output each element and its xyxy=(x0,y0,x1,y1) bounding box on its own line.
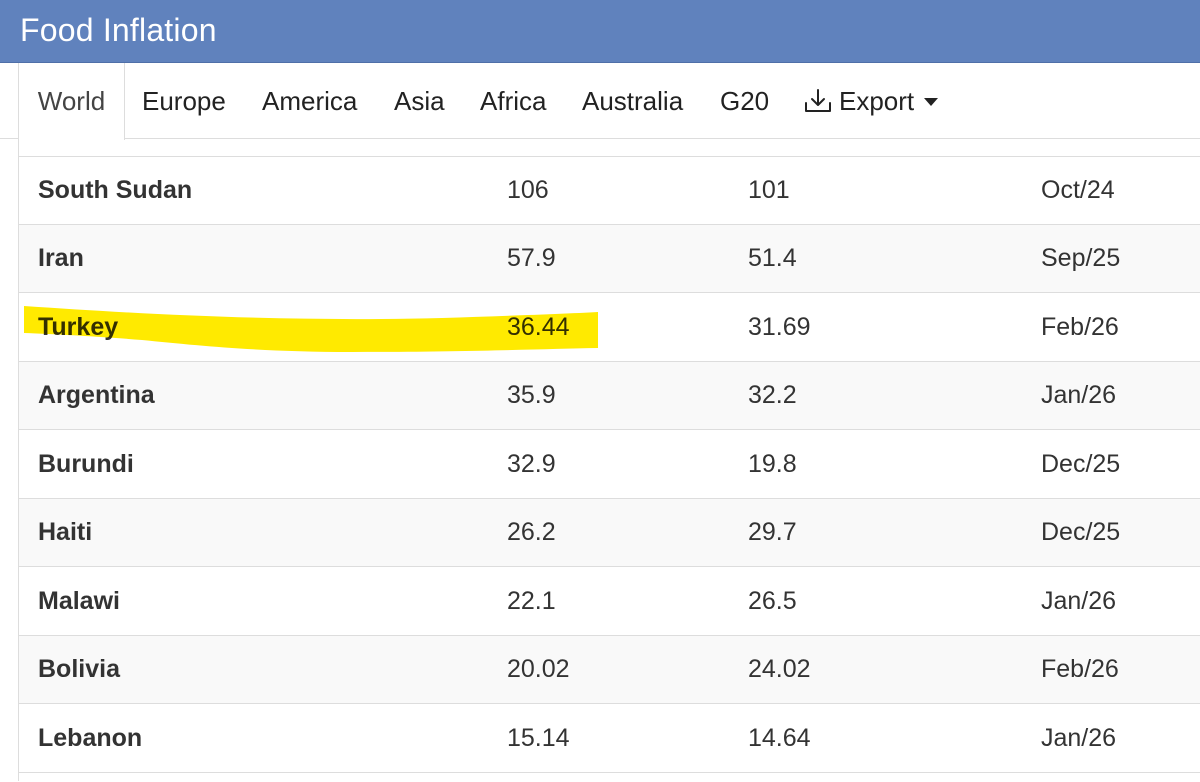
caret-down-icon xyxy=(924,98,939,106)
last-value: 57.9 xyxy=(507,244,556,272)
previous-value: 14.64 xyxy=(748,724,811,752)
country-link[interactable]: Lebanon xyxy=(38,705,142,773)
previous-value: 32.2 xyxy=(748,381,797,409)
reference-date: Dec/25 xyxy=(1041,518,1121,546)
last-value: 26.2 xyxy=(507,518,556,546)
previous-value: 101 xyxy=(748,176,790,204)
table-row[interactable]: Malawi 22.1 26.5 Jan/26 xyxy=(19,568,1200,636)
download-icon xyxy=(803,88,833,114)
tab-g20[interactable]: G20 xyxy=(720,63,769,139)
table-row[interactable]: South Sudan 106 101 Oct/24 xyxy=(19,157,1200,225)
last-value: 35.9 xyxy=(507,381,556,409)
last-value: 15.14 xyxy=(507,724,570,752)
table-row[interactable]: Bolivia 20.02 24.02 Feb/26 xyxy=(19,636,1200,704)
tab-world[interactable]: World xyxy=(18,63,125,140)
table-row[interactable]: Haiti 26.2 29.7 Dec/25 xyxy=(19,499,1200,567)
table-row[interactable]: Argentina 35.9 32.2 Jan/26 xyxy=(19,362,1200,430)
table-row[interactable]: Burundi 32.9 19.8 Dec/25 xyxy=(19,431,1200,499)
previous-value: 26.5 xyxy=(748,587,797,615)
country-link[interactable]: Haiti xyxy=(38,499,92,567)
country-link[interactable]: Iran xyxy=(38,225,84,293)
tab-africa[interactable]: Africa xyxy=(480,63,546,139)
table-row[interactable]: Turkey 36.44 31.69 Feb/26 xyxy=(19,294,1200,362)
country-link[interactable]: Bolivia xyxy=(38,636,120,704)
last-value: 36.44 xyxy=(507,313,570,341)
country-link[interactable]: Turkey xyxy=(38,294,118,362)
country-link[interactable]: Malawi xyxy=(38,568,120,636)
tab-europe[interactable]: Europe xyxy=(142,63,226,139)
table-row[interactable]: Iran 57.9 51.4 Sep/25 xyxy=(19,225,1200,293)
export-dropdown[interactable]: Export xyxy=(803,63,939,139)
previous-value: 19.8 xyxy=(748,450,797,478)
page-title: Food Inflation xyxy=(20,12,217,48)
previous-value: 51.4 xyxy=(748,244,797,272)
last-value: 106 xyxy=(507,176,549,204)
country-link[interactable]: South Sudan xyxy=(38,157,192,225)
reference-date: Jan/26 xyxy=(1041,381,1117,409)
tab-america[interactable]: America xyxy=(262,63,357,139)
reference-date: Dec/25 xyxy=(1041,450,1121,478)
inflation-table: South Sudan 106 101 Oct/24 Iran 57.9 51.… xyxy=(19,156,1200,782)
reference-date: Jan/26 xyxy=(1041,724,1117,752)
last-value: 20.02 xyxy=(507,655,570,683)
reference-date: Feb/26 xyxy=(1041,655,1119,683)
region-tabs: World Europe America Asia Africa Austral… xyxy=(0,63,1200,140)
last-value: 32.9 xyxy=(507,450,556,478)
reference-date: Sep/25 xyxy=(1041,244,1121,272)
export-label: Export xyxy=(839,86,915,116)
table-row[interactable]: Lebanon 15.14 14.64 Jan/26 xyxy=(19,705,1200,773)
previous-value: 24.02 xyxy=(748,655,811,683)
reference-date: Feb/26 xyxy=(1041,313,1119,341)
country-link[interactable]: Argentina xyxy=(38,362,155,430)
previous-value: 29.7 xyxy=(748,518,797,546)
previous-value: 31.69 xyxy=(748,313,811,341)
page-header: Food Inflation xyxy=(0,0,1200,63)
tab-asia[interactable]: Asia xyxy=(394,63,445,139)
country-link[interactable]: Burundi xyxy=(38,431,134,499)
last-value: 22.1 xyxy=(507,587,556,615)
reference-date: Jan/26 xyxy=(1041,587,1117,615)
tab-australia[interactable]: Australia xyxy=(582,63,683,139)
reference-date: Oct/24 xyxy=(1041,176,1115,204)
